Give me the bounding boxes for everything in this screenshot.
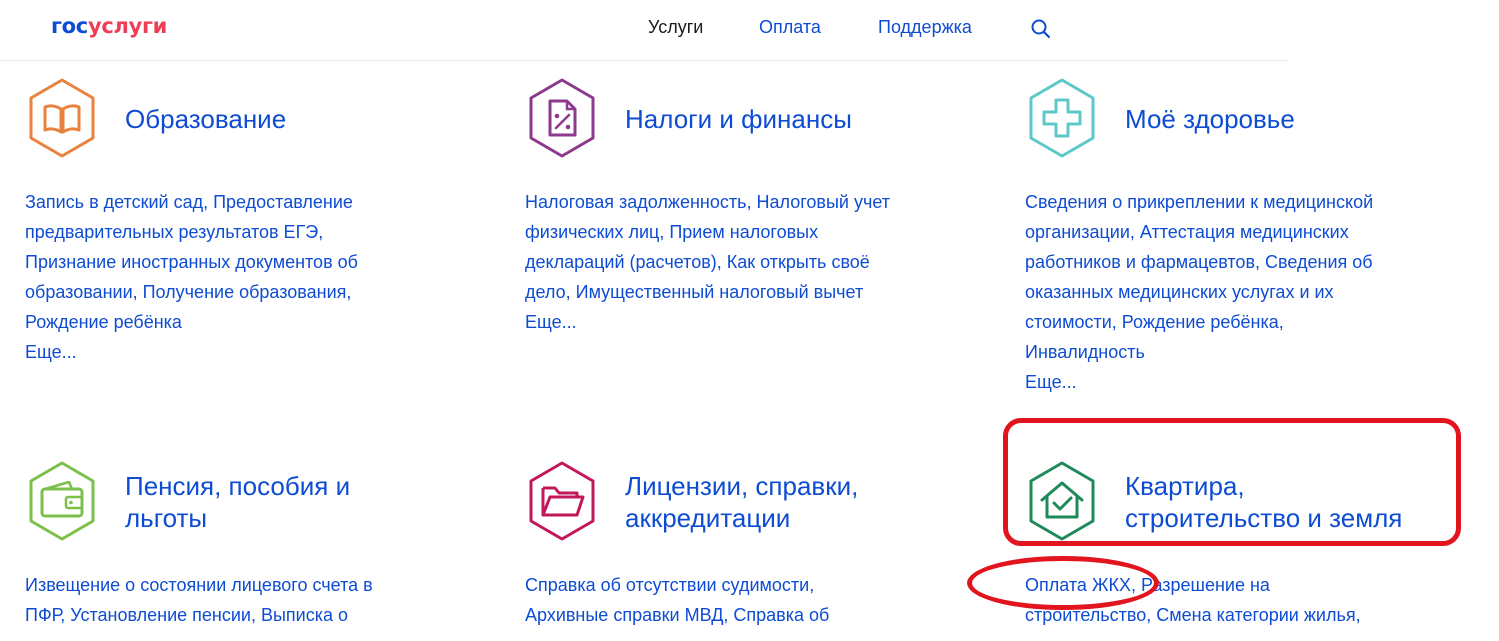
category-title[interactable]: Пенсия, пособия и льготы: [125, 470, 350, 534]
gosuslugi-logo[interactable]: госуслуги: [51, 14, 167, 38]
wallet-icon[interactable]: [25, 460, 99, 542]
nav-payment[interactable]: Оплата: [759, 17, 821, 38]
category-title[interactable]: Образование: [125, 103, 286, 135]
category-title[interactable]: Моё здоровье: [1125, 103, 1295, 135]
search-icon[interactable]: [1030, 18, 1052, 40]
tax-document-icon[interactable]: [525, 77, 599, 159]
book-icon[interactable]: [25, 77, 99, 159]
category-card-taxes: Налоги и финансы Налоговая задолженность…: [525, 77, 995, 377]
nav-support[interactable]: Поддержка: [878, 17, 972, 38]
folder-icon[interactable]: [525, 460, 599, 542]
house-check-icon[interactable]: [1025, 460, 1099, 542]
category-card-education: Образование Запись в детский сад, Предос…: [25, 77, 495, 377]
category-links[interactable]: Справка об отсутствии судимости, Архивны…: [525, 570, 829, 630]
category-links[interactable]: Оплата ЖКХ, Разрешение на строительство,…: [1025, 570, 1361, 630]
category-links[interactable]: Извещение о состоянии лицевого счета в П…: [25, 570, 373, 630]
category-links[interactable]: Налоговая задолженность, Налоговый учет …: [525, 187, 890, 337]
medical-cross-icon[interactable]: [1025, 77, 1099, 159]
category-card-licenses: Лицензии, справки, аккредитации Справка …: [525, 460, 995, 641]
nav-services[interactable]: Услуги: [648, 17, 703, 38]
site-header: госуслуги Услуги Оплата Поддержка: [0, 0, 1288, 61]
category-links[interactable]: Сведения о прикреплении к медицинской ор…: [1025, 187, 1373, 397]
category-title[interactable]: Квартира, строительство и земля: [1125, 470, 1402, 534]
category-card-pension: Пенсия, пособия и льготы Извещение о сос…: [25, 460, 495, 641]
category-card-apartment: Квартира, строительство и земля Оплата Ж…: [1025, 460, 1495, 641]
category-card-health: Моё здоровье Сведения о прикреплении к м…: [1025, 77, 1495, 407]
category-title[interactable]: Налоги и финансы: [625, 103, 852, 135]
category-title[interactable]: Лицензии, справки, аккредитации: [625, 470, 858, 534]
category-links[interactable]: Запись в детский сад, Предоставление пре…: [25, 187, 358, 367]
